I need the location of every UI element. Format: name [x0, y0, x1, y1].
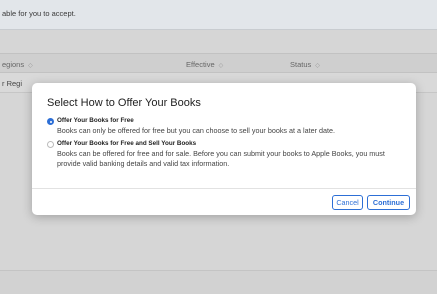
cancel-button[interactable]: Cancel	[332, 195, 363, 210]
page-footer	[0, 270, 437, 294]
option-free-title: Offer Your Books for Free	[57, 117, 134, 124]
option-free-description: Books can only be offered for free but y…	[57, 126, 335, 135]
notice-text: able for you to accept.	[2, 9, 76, 18]
row-regions-text: r Regi	[2, 79, 23, 88]
column-header-status: Status ◇	[290, 60, 320, 69]
column-header-effective: Effective ◇	[186, 60, 224, 69]
offer-books-dialog: Select How to Offer Your Books Offer You…	[32, 83, 416, 215]
sort-icon: ◇	[218, 63, 224, 69]
option-free-and-sell-description: Books can be offered for free and for sa…	[57, 149, 385, 168]
dialog-title: Select How to Offer Your Books	[47, 97, 201, 109]
radio-selected-icon[interactable]	[47, 118, 54, 125]
continue-button[interactable]: Continue	[367, 195, 410, 210]
column-header-regions: egions ◇	[2, 60, 33, 69]
dialog-divider	[32, 188, 416, 189]
sort-icon: ◇	[315, 63, 320, 69]
table-header: egions ◇ Effective ◇ Status ◇	[0, 53, 437, 73]
option-free-and-sell-title: Offer Your Books for Free and Sell Your …	[57, 140, 197, 147]
notice-banner: able for you to accept.	[0, 0, 437, 30]
sort-icon: ◇	[28, 63, 33, 69]
radio-unselected-icon[interactable]	[47, 141, 54, 148]
